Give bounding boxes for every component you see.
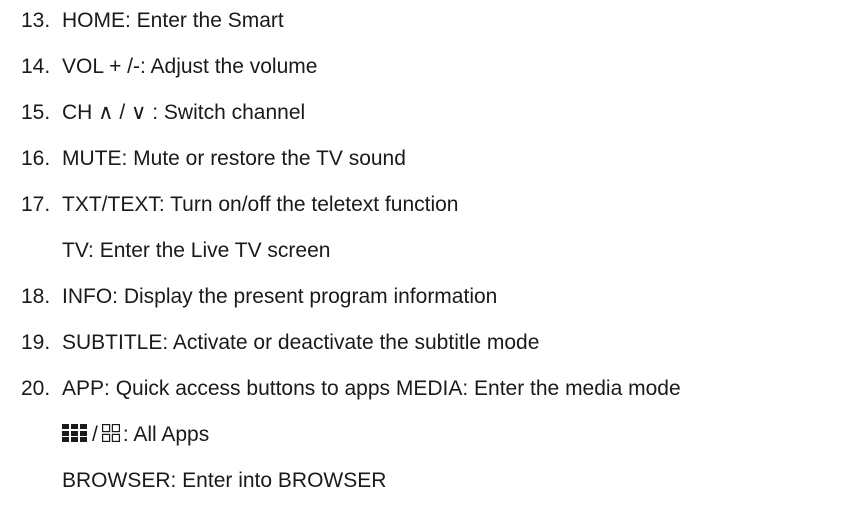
item-number: 19.: [21, 331, 51, 354]
item-number: 14.: [21, 55, 51, 78]
item-text: INFO: Display the present program inform…: [62, 285, 498, 308]
item-text: TV: Enter the Live TV screen: [62, 239, 331, 262]
item-text: HOME: Enter the Smart: [62, 9, 284, 32]
item-text: CH ∧ / ∨ : Switch channel: [62, 101, 306, 124]
item-text-with-icons: / : All Apps: [62, 423, 209, 448]
item-number: 20.: [21, 377, 51, 400]
item-text: VOL + /-: Adjust the volume: [62, 55, 318, 78]
grid-filled-icon: [62, 424, 88, 448]
item-number: 15.: [21, 101, 51, 124]
item-number: 18.: [21, 285, 51, 308]
all-apps-label: : All Apps: [122, 423, 210, 446]
item-text: SUBTITLE: Activate or deactivate the sub…: [62, 331, 540, 354]
item-text: APP: Quick access buttons to apps MEDIA:…: [62, 377, 681, 400]
item-number: 13.: [21, 9, 51, 32]
item-number: 16.: [21, 147, 51, 170]
item-number: 17.: [21, 193, 51, 216]
icon-separator: /: [92, 423, 98, 446]
item-text: TXT/TEXT: Turn on/off the teletext funct…: [62, 193, 459, 216]
item-text: MUTE: Mute or restore the TV sound: [62, 147, 406, 170]
item-text: BROWSER: Enter into BROWSER: [62, 469, 387, 492]
grid-outline-icon: [101, 424, 120, 448]
